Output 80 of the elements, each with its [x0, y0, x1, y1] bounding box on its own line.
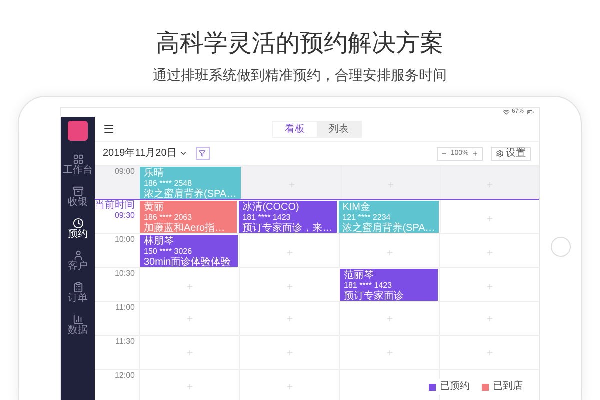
sidebar-item[interactable]: 订单: [68, 282, 88, 305]
nav-icon: [72, 154, 84, 165]
time-label: 10:30: [114, 269, 135, 279]
service-name: 预订专家面诊: [344, 291, 405, 302]
add-icon[interactable]: [486, 348, 494, 356]
zoom-out-button[interactable]: −: [442, 148, 447, 158]
add-icon[interactable]: [386, 248, 394, 256]
filter-icon: [199, 150, 206, 157]
add-icon[interactable]: [186, 382, 194, 390]
appointment-card[interactable]: 冰清(COCO) 181 **** 1423 预订专家面诊，来…: [238, 201, 337, 236]
client-phone: 121 **** 2234: [342, 213, 392, 222]
sidebar-item[interactable]: 数据: [68, 314, 88, 337]
menu-icon[interactable]: [103, 123, 115, 135]
add-icon[interactable]: [486, 248, 494, 256]
add-icon[interactable]: [386, 314, 394, 322]
appointment-card[interactable]: 林朋琴 150 **** 3026 30min面诊体验体验: [140, 235, 238, 270]
add-icon[interactable]: [486, 180, 494, 188]
service-name: 浓之蜜肩背养(SPA…: [144, 189, 237, 200]
battery-icon: [526, 109, 535, 116]
service-name: 浓之蜜肩背养(SPA…: [342, 223, 436, 234]
add-icon[interactable]: [286, 248, 294, 256]
service-name: 预订专家面诊，来…: [242, 223, 333, 234]
add-icon[interactable]: [286, 314, 294, 322]
add-icon[interactable]: [186, 282, 194, 290]
subheadline: 通过排班系统做到精准预约，合理安排服务时间: [153, 66, 447, 84]
sidebar-item[interactable]: 客户: [68, 250, 88, 273]
client-name: 林朋琴: [144, 237, 175, 247]
filter-button[interactable]: [196, 147, 210, 160]
view-tab[interactable]: 列表: [317, 122, 361, 136]
add-icon[interactable]: [486, 314, 494, 322]
time-label: 11:30: [116, 337, 135, 347]
add-icon[interactable]: [486, 282, 494, 290]
logo-icon: [68, 121, 88, 141]
settings-button[interactable]: 设置: [491, 146, 531, 160]
time-label: 12:00: [114, 371, 135, 381]
nav-icon: [72, 250, 84, 261]
current-time-label: 当前时间: [95, 201, 135, 211]
client-phone: 181 **** 1423: [242, 213, 292, 222]
sidebar-item[interactable]: 收银: [68, 186, 88, 209]
service-name: 30min面诊体验体验: [144, 257, 232, 268]
client-phone: 181 **** 1423: [344, 281, 394, 290]
add-icon[interactable]: [286, 382, 294, 390]
appointment-card[interactable]: 范丽琴 181 **** 1423 预订专家面诊: [340, 269, 438, 304]
sidebar-item[interactable]: 预约: [68, 218, 88, 241]
date-picker[interactable]: 2019年11月20日: [103, 148, 188, 160]
time-label: 11:00: [116, 303, 135, 313]
headline: 高科学灵活的预约解决方案: [156, 30, 444, 58]
client-phone: 186 **** 2548: [144, 179, 194, 188]
add-icon[interactable]: [386, 348, 394, 356]
zoom-in-button[interactable]: +: [472, 148, 478, 158]
add-icon[interactable]: [386, 180, 395, 188]
client-name: 黄丽: [144, 203, 165, 213]
nav-icon: [72, 186, 84, 197]
add-icon[interactable]: [288, 180, 296, 188]
service-name: 加藤蓝和Aero指…: [144, 223, 226, 234]
time-label: 10:00: [114, 235, 135, 245]
settings-icon: [496, 150, 504, 158]
time-label: 09:30: [114, 211, 135, 221]
add-icon[interactable]: [486, 214, 494, 222]
add-icon[interactable]: [286, 348, 294, 356]
sidebar-item[interactable]: 工作台: [63, 154, 93, 177]
time-label: 09:00: [114, 167, 135, 177]
add-icon[interactable]: [186, 314, 194, 322]
nav-icon: [72, 218, 84, 229]
client-phone: 186 **** 2063: [144, 213, 194, 222]
add-icon[interactable]: [186, 348, 194, 356]
wifi-icon: [502, 109, 510, 116]
client-name: 冰清(COCO): [242, 203, 300, 213]
view-tab[interactable]: 看板: [273, 122, 317, 136]
client-name: KIM金: [342, 203, 372, 213]
client-phone: 150 **** 3026: [144, 247, 194, 257]
client-name: 乐晴: [144, 169, 165, 179]
legend-label: 已到店: [493, 381, 523, 393]
client-name: 范丽琴: [344, 271, 375, 281]
appointment-card[interactable]: 黄丽 186 **** 2063 加藤蓝和Aero指…: [140, 201, 237, 236]
nav-icon: [72, 282, 84, 293]
nav-icon: [72, 314, 84, 325]
add-icon[interactable]: [286, 282, 294, 290]
chevron-icon: [178, 149, 188, 158]
legend-label: 已预约: [440, 381, 470, 393]
